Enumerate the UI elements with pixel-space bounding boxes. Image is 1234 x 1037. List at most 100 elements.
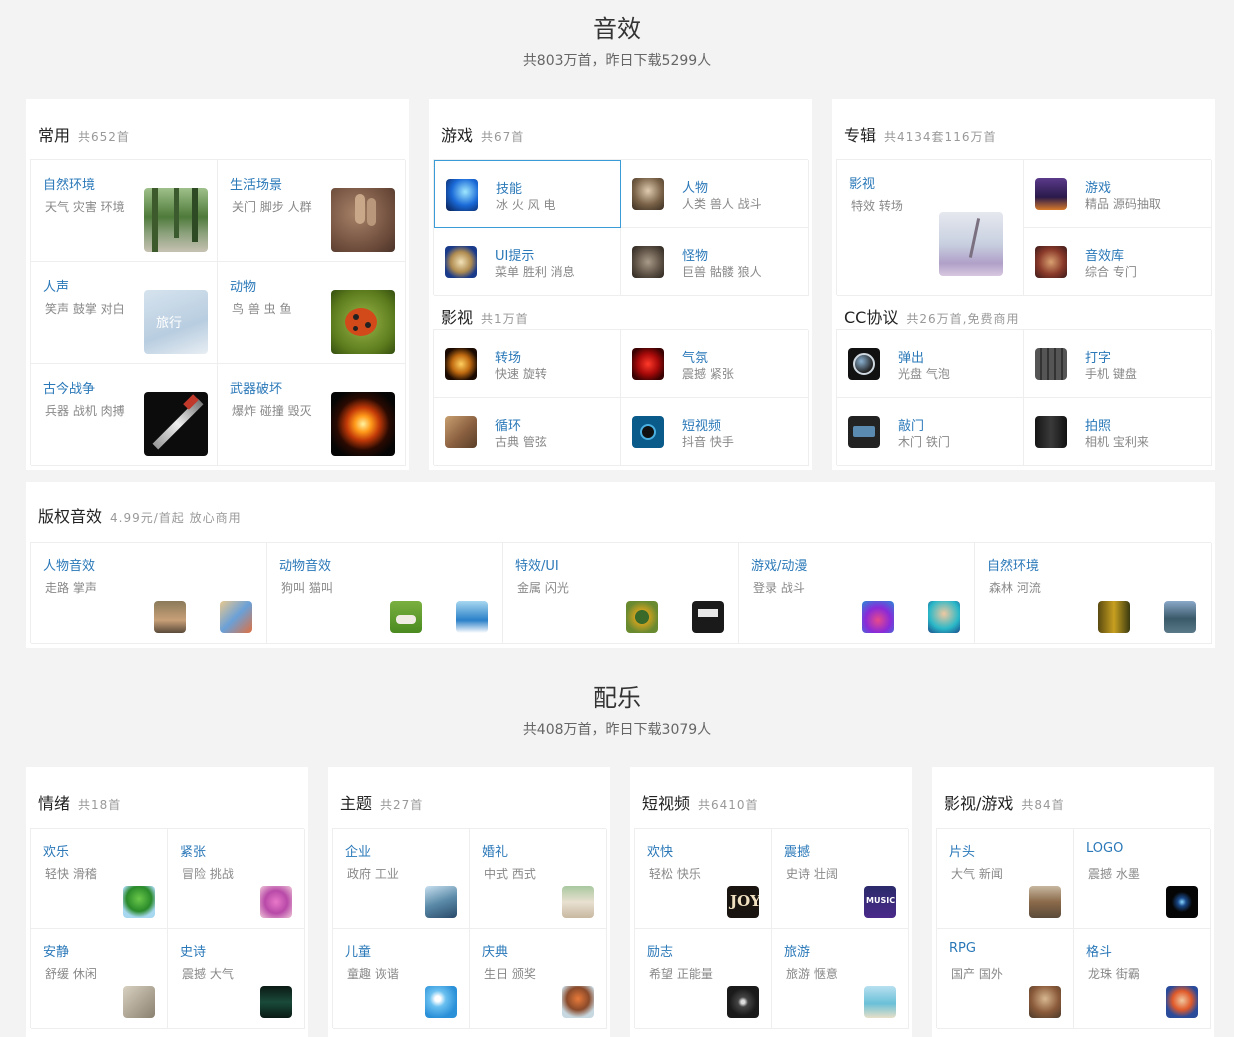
category-desc: 巨兽 骷髅 狼人 <box>682 265 762 279</box>
category-character[interactable]: 人物 人类 兽人 战斗 <box>621 160 809 228</box>
category-desc: 中式 西式 <box>484 867 536 881</box>
copyright-nature[interactable]: 自然环境 森林 河流 <box>975 543 1212 644</box>
mood-tense[interactable]: 紧张 冒险 挑战 <box>168 829 305 929</box>
mood-header: 情绪 共18首 <box>38 790 121 814</box>
category-transition[interactable]: 转场 快速 旋转 <box>434 330 621 398</box>
sfx-title: 音效 <box>593 15 641 43</box>
record-icon <box>632 416 664 448</box>
theme-wedding[interactable]: 婚礼 中式 西式 <box>470 829 607 929</box>
category-desc: 政府 工业 <box>347 867 399 881</box>
heart-icon <box>632 348 664 380</box>
category-popup[interactable]: 弹出 光盘 气泡 <box>837 330 1024 398</box>
explosion-thumb <box>331 392 395 456</box>
short-travel[interactable]: 旅游 旅游 惬意 <box>772 929 909 1029</box>
keyboard-icon <box>1035 348 1067 380</box>
music-section-header: 配乐 共408万首，昨日下载3079人 <box>0 683 1234 739</box>
category-desc: 鸟 兽 虫 鱼 <box>232 302 292 316</box>
category-ui[interactable]: UI提示 菜单 胜利 消息 <box>434 228 621 296</box>
category-desc: 狗叫 猫叫 <box>281 581 333 595</box>
category-desc: 菜单 胜利 消息 <box>495 265 575 279</box>
category-loop[interactable]: 循环 古典 管弦 <box>434 398 621 466</box>
category-monster[interactable]: 怪物 巨兽 骷髅 狼人 <box>621 228 809 296</box>
book-icon <box>445 416 477 448</box>
copyright-animal[interactable]: 动物音效 狗叫 猫叫 <box>267 543 503 644</box>
fg-intro[interactable]: 片头 大气 新闻 <box>937 829 1074 929</box>
album-game[interactable]: 游戏 精品 源码抽取 <box>1024 160 1212 228</box>
copyright-count: 4.99元/首起 放心商用 <box>110 511 242 525</box>
category-name: 欢乐 <box>43 845 70 860</box>
category-name: 怪物 <box>682 249 709 264</box>
film-count: 共1万首 <box>481 312 529 326</box>
category-desc: 希望 正能量 <box>649 967 713 981</box>
theme-children[interactable]: 儿童 童趣 诙谐 <box>333 929 470 1029</box>
mood-joy[interactable]: 欢乐 轻快 滑稽 <box>31 829 168 929</box>
category-name: 人物 <box>682 181 709 196</box>
theme-panel: 主题 共27首 企业 政府 工业 婚礼 中式 西式 儿童 童趣 诙谐 庆典 生日 … <box>328 767 610 1037</box>
short-inspire[interactable]: 励志 希望 正能量 <box>635 929 772 1029</box>
category-name: 史诗 <box>180 945 207 960</box>
category-desc: 笑声 鼓掌 对白 <box>45 302 125 316</box>
category-name: 转场 <box>495 351 522 366</box>
door-icon <box>848 416 880 448</box>
short-grid: 欢快 轻松 快乐 JOY 震撼 史诗 壮阔 MUSIC 励志 希望 正能量 旅游… <box>634 828 909 1029</box>
ladybug-thumb <box>331 290 395 354</box>
fg-title: 影视/游戏 <box>944 794 1014 813</box>
category-desc: 森林 河流 <box>989 581 1041 595</box>
mood-quiet[interactable]: 安静 舒缓 休闲 <box>31 929 168 1029</box>
category-desc: 轻松 快乐 <box>649 867 701 881</box>
category-animal[interactable]: 动物 鸟 兽 虫 鱼 <box>218 262 406 364</box>
category-name: 格斗 <box>1086 945 1113 960</box>
category-skill[interactable]: 技能 冰 火 风 电 <box>434 160 621 228</box>
rpg-icon <box>1029 986 1061 1018</box>
category-desc: 生日 颁奖 <box>484 967 536 981</box>
theme-header: 主题 共27首 <box>340 790 423 814</box>
album-sfx-library[interactable]: 音效库 综合 专门 <box>1024 228 1212 296</box>
category-name: 特效/UI <box>515 559 559 574</box>
category-photo[interactable]: 拍照 相机 宝利来 <box>1024 398 1212 466</box>
album-film[interactable]: 影视 特效 转场 <box>837 160 1024 296</box>
sparkle-icon <box>445 348 477 380</box>
sparks-icon <box>260 986 292 1018</box>
love-icon <box>123 986 155 1018</box>
art-icon <box>220 601 252 633</box>
category-desc: 震撼 大气 <box>182 967 234 981</box>
category-short-video[interactable]: 短视频 抖音 快手 <box>621 398 809 466</box>
category-name: 动物音效 <box>279 559 332 574</box>
character-icon <box>928 601 960 633</box>
fg-fighting[interactable]: 格斗 龙珠 街霸 <box>1074 929 1211 1029</box>
game-header: 游戏 共67首 <box>441 122 524 146</box>
category-life[interactable]: 生活场景 关门 脚步 人群 <box>218 160 406 262</box>
category-nature[interactable]: 自然环境 天气 灾害 环境 <box>31 160 218 262</box>
category-voice[interactable]: 人声 笑声 鼓掌 对白 旅行 <box>31 262 218 364</box>
theme-corporate[interactable]: 企业 政府 工业 <box>333 829 470 929</box>
category-name: UI提示 <box>495 249 535 264</box>
category-knock[interactable]: 敲门 木门 铁门 <box>837 398 1024 466</box>
category-name: 自然环境 <box>43 178 96 193</box>
theme-celebration[interactable]: 庆典 生日 颁奖 <box>470 929 607 1029</box>
category-atmosphere[interactable]: 气氛 震撼 紧张 <box>621 330 809 398</box>
short-happy[interactable]: 欢快 轻松 快乐 JOY <box>635 829 772 929</box>
fg-rpg[interactable]: RPG 国产 国外 <box>937 929 1074 1029</box>
category-name: 欢快 <box>647 845 674 860</box>
category-weapon[interactable]: 武器破坏 爆炸 碰撞 毁灭 <box>218 364 406 466</box>
monster-icon <box>632 246 664 278</box>
cartoon-icon <box>862 601 894 633</box>
category-name: 武器破坏 <box>230 382 283 397</box>
building-icon <box>425 886 457 918</box>
category-name: 古今战争 <box>43 382 96 397</box>
category-typing[interactable]: 打字 手机 键盘 <box>1024 330 1212 398</box>
category-desc: 大气 新闻 <box>951 867 1003 881</box>
mood-epic[interactable]: 史诗 震撼 大气 <box>168 929 305 1029</box>
category-desc: 史诗 壮阔 <box>786 867 838 881</box>
copyright-character[interactable]: 人物音效 走路 掌声 <box>31 543 267 644</box>
category-name: 紧张 <box>180 845 207 860</box>
category-war[interactable]: 古今战争 兵器 战机 肉搏 <box>31 364 218 466</box>
category-desc: 特效 转场 <box>851 199 903 213</box>
category-name: 励志 <box>647 945 674 960</box>
short-shock[interactable]: 震撼 史诗 壮阔 MUSIC <box>772 829 909 929</box>
copyright-game-anime[interactable]: 游戏/动漫 登录 战斗 <box>739 543 975 644</box>
fg-logo[interactable]: LOGO 震撼 水墨 <box>1074 829 1211 929</box>
category-name: 拍照 <box>1085 419 1112 434</box>
category-name: 打字 <box>1085 351 1112 366</box>
copyright-fx-ui[interactable]: 特效/UI 金属 闪光 <box>503 543 739 644</box>
